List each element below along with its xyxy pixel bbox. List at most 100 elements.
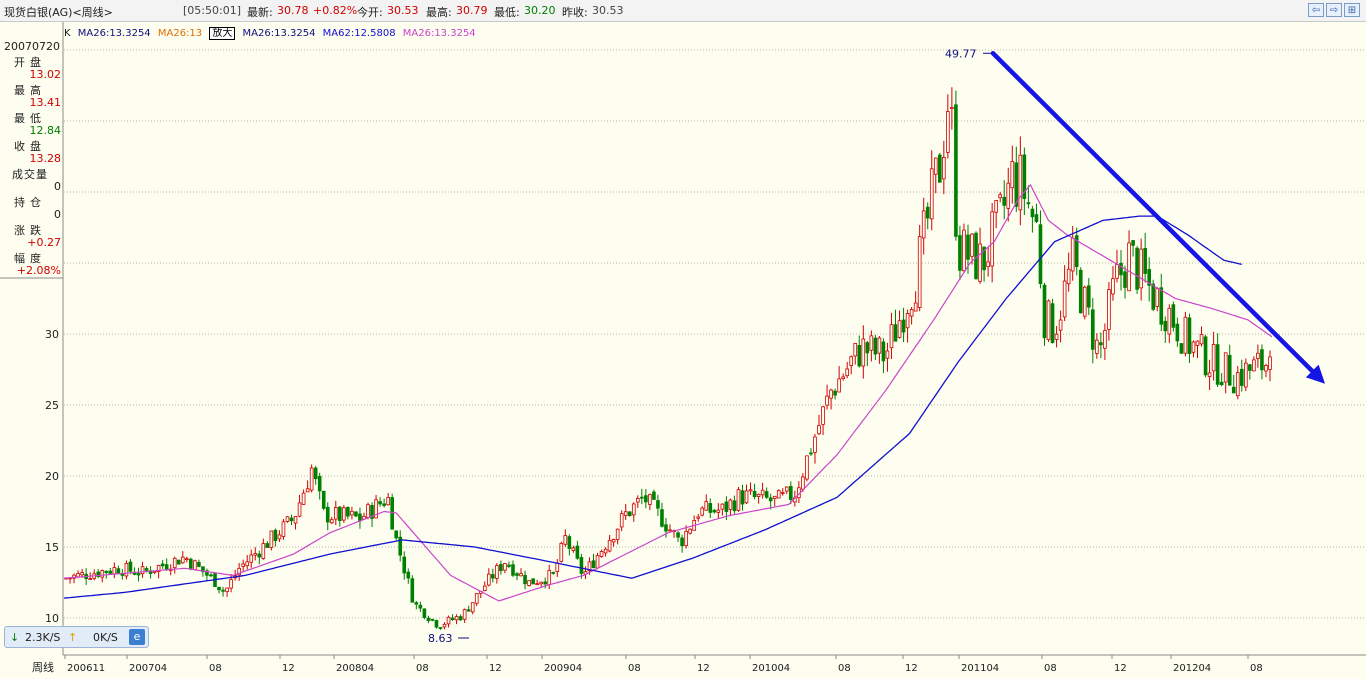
candle [1123, 265, 1127, 299]
candle [72, 573, 76, 584]
candle [225, 587, 229, 597]
candle [817, 414, 821, 436]
candle [1034, 203, 1039, 223]
candle [1244, 358, 1248, 392]
candle [1207, 359, 1212, 391]
candle [857, 335, 862, 368]
candle [1239, 359, 1244, 392]
x-tick-label: 08 [628, 663, 641, 674]
candle [1030, 205, 1035, 233]
candle [422, 608, 427, 620]
candle [619, 510, 624, 532]
candle [289, 514, 294, 526]
candle [1175, 317, 1180, 347]
x-tick-label: 200804 [336, 663, 374, 674]
candle [1107, 281, 1111, 341]
candle [265, 541, 270, 548]
candle [748, 482, 753, 495]
upload-speed: 0K/S [93, 631, 118, 644]
candle [519, 568, 523, 577]
candle [929, 150, 934, 231]
candle [1006, 167, 1011, 222]
candle [346, 506, 350, 520]
candle [100, 569, 105, 583]
candle [1022, 147, 1027, 216]
candle [861, 325, 866, 379]
candle [354, 511, 358, 518]
y-tick-label: 20 [45, 470, 59, 483]
candle [656, 494, 660, 517]
price-chart[interactable]: 10 15 20 25 30 200611 200704 08 12 200804 08 12 2009… [0, 0, 1366, 679]
candle [136, 567, 141, 582]
candle [764, 487, 769, 499]
candle [112, 562, 117, 579]
candle [668, 524, 672, 532]
candle [398, 530, 403, 562]
x-tick-label: 201204 [1173, 663, 1211, 674]
candle [370, 502, 374, 528]
x-tick-label: 200611 [67, 663, 105, 674]
candle [917, 224, 922, 312]
x-tick-label: 12 [905, 663, 918, 674]
candle [1203, 334, 1208, 378]
candle [873, 334, 878, 361]
candle [342, 504, 346, 523]
candle [180, 551, 185, 564]
candle [1018, 136, 1023, 226]
ma-short-line [63, 183, 1273, 602]
candle [1082, 285, 1087, 320]
candle [317, 472, 322, 500]
candle [410, 575, 415, 603]
ie-icon[interactable]: e [129, 629, 145, 645]
candle [358, 507, 362, 529]
candle [474, 593, 479, 607]
candle [1135, 246, 1139, 294]
candle [531, 578, 535, 585]
candle [92, 569, 97, 581]
candle [889, 312, 894, 360]
candle [132, 567, 137, 576]
x-tick-label: 08 [1250, 663, 1263, 674]
candle [1074, 227, 1079, 276]
candle [720, 503, 725, 516]
candle [281, 518, 286, 540]
candle [394, 530, 399, 541]
candle [189, 557, 193, 571]
candle [1147, 257, 1151, 302]
up-arrow-icon: ↑ [68, 631, 78, 644]
candle [499, 560, 503, 575]
candle [511, 560, 515, 577]
candle [563, 529, 568, 547]
candle [680, 534, 684, 553]
candle [1167, 304, 1172, 344]
candle [813, 433, 817, 464]
x-tick-label: 08 [416, 663, 429, 674]
candle [1183, 311, 1188, 357]
y-tick-label: 10 [45, 612, 59, 625]
candle [124, 560, 129, 580]
candle [148, 566, 153, 579]
candle [495, 563, 499, 584]
candle [913, 291, 918, 312]
candle [217, 586, 221, 594]
candle [454, 614, 459, 625]
candle [128, 559, 133, 575]
candle [684, 525, 688, 549]
candle [897, 310, 902, 339]
candle [1143, 232, 1147, 283]
candle [156, 564, 161, 579]
low-annotation: 8.63 [428, 632, 453, 645]
download-speed: 2.3K/S [25, 631, 61, 644]
candle [925, 202, 930, 230]
candle [462, 608, 467, 624]
candle [1252, 356, 1256, 372]
candle [986, 247, 990, 277]
candle [595, 552, 600, 569]
candle [865, 341, 870, 367]
candle [829, 388, 833, 410]
candle [760, 482, 765, 499]
candle [402, 551, 407, 580]
candle [933, 157, 938, 194]
candle [627, 511, 632, 517]
candle [644, 489, 648, 509]
